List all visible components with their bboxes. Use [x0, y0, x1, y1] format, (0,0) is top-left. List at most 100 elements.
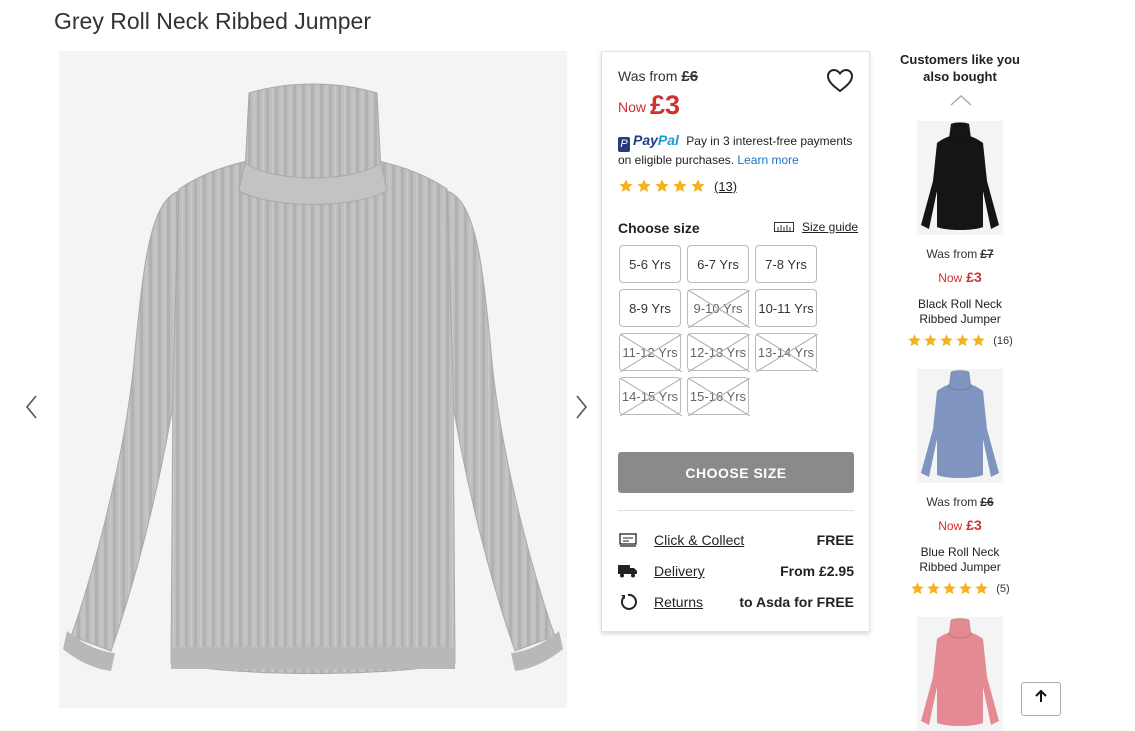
was-price: Was from £6 — [618, 68, 698, 85]
returns-row: Returns to Asda for FREE — [618, 591, 854, 613]
paypal-brand: PayPal — [633, 132, 679, 149]
star-icon — [956, 334, 969, 347]
size-option-6-7-yrs[interactable]: 6-7 Yrs — [687, 245, 749, 283]
recommendation-review-count: (5) — [996, 582, 1010, 595]
unavailable-cross-icon — [756, 334, 818, 372]
size-option-label: 8-9 Yrs — [629, 300, 671, 316]
product-title: Grey Roll Neck Ribbed Jumper — [54, 8, 372, 34]
rec-was-label: Was from — [926, 495, 978, 509]
click-collect-icon — [618, 531, 638, 549]
paypal-pal: Pal — [657, 132, 679, 148]
paypal-pay: Pay — [633, 132, 658, 148]
star-icon — [673, 179, 687, 192]
rec-was-value: £7 — [980, 247, 994, 261]
rating-stars — [618, 178, 708, 194]
now-label: Now — [618, 99, 647, 115]
recommendation-card: Was from £7 Now £3 Black Roll Neck Ribbed Ju… — [900, 121, 1020, 348]
was-price-value: £6 — [681, 68, 699, 85]
recommendation-was-price: Was from £6 — [900, 495, 1020, 509]
recommendation-image[interactable] — [917, 617, 1003, 731]
star-icon — [637, 179, 651, 192]
unavailable-cross-icon — [620, 378, 682, 416]
size-option-7-8-yrs[interactable]: 7-8 Yrs — [755, 245, 817, 283]
wishlist-heart-icon[interactable] — [826, 68, 854, 94]
size-option-15-16-yrs[interactable]: 15-16 Yrs — [687, 377, 750, 416]
size-option-label: 5-6 Yrs — [629, 256, 671, 272]
size-guide-link[interactable]: Size guide — [774, 220, 858, 234]
review-count-link[interactable]: (13) — [714, 179, 737, 194]
rec-now-label: Now — [938, 271, 963, 285]
star-icon — [943, 582, 957, 595]
recommendation-rating: (5) — [900, 581, 1020, 596]
delivery-value: From £2.95 — [780, 563, 854, 579]
recommendation-image[interactable] — [917, 121, 1003, 235]
paypal-message: P PayPal Pay in 3 interest-free payments … — [618, 132, 863, 169]
recommendations-title: Customers like you also bought — [900, 52, 1020, 84]
gallery-previous-arrow-icon[interactable] — [22, 393, 42, 421]
size-option-9-10-yrs[interactable]: 9-10 Yrs — [687, 289, 750, 328]
returns-value: to Asda for FREE — [739, 594, 854, 610]
unavailable-cross-icon — [688, 334, 750, 372]
star-icon — [927, 582, 941, 595]
was-label: Was from — [618, 68, 678, 84]
size-option-12-13-yrs[interactable]: 12-13 Yrs — [687, 333, 750, 372]
star-icon — [908, 334, 921, 347]
click-collect-row: Click & Collect FREE — [618, 529, 854, 551]
click-collect-link[interactable]: Click & Collect — [654, 532, 817, 548]
now-price: Now £3 — [618, 90, 680, 121]
ruler-icon — [774, 222, 794, 232]
gallery-next-arrow-icon[interactable] — [571, 393, 591, 421]
back-to-top-button[interactable] — [1021, 682, 1061, 716]
returns-icon — [618, 593, 638, 611]
unavailable-cross-icon — [620, 334, 682, 372]
star-icon — [619, 179, 633, 192]
rec-now-value: £3 — [966, 269, 982, 285]
unavailable-cross-icon — [688, 290, 750, 328]
divider — [618, 510, 854, 511]
size-option-label: 7-8 Yrs — [765, 256, 807, 272]
delivery-row: Delivery From £2.95 — [618, 560, 854, 582]
size-option-label: 10-11 Yrs — [758, 300, 814, 316]
size-option-label: 6-7 Yrs — [697, 256, 739, 272]
choose-size-button[interactable]: CHOOSE SIZE — [618, 452, 854, 493]
paypal-learn-more-link[interactable]: Learn more — [737, 153, 798, 167]
star-icon — [655, 179, 669, 192]
size-option-8-9-yrs[interactable]: 8-9 Yrs — [619, 289, 681, 327]
rec-was-label: Was from — [926, 247, 978, 261]
star-icon — [975, 582, 989, 595]
recommendation-now-price: Now £3 — [900, 269, 1020, 285]
arrow-up-icon — [1035, 689, 1047, 702]
size-option-10-11-yrs[interactable]: 10-11 Yrs — [755, 289, 817, 327]
recommendations-panel: Customers like you also bought Was from £… — [900, 51, 1020, 731]
click-collect-value: FREE — [816, 532, 854, 548]
star-icon — [924, 334, 937, 347]
now-price-value: £3 — [650, 90, 681, 120]
grey-jumper-image — [63, 83, 563, 674]
recommendation-name[interactable]: Black Roll Neck Ribbed Jumper — [900, 297, 1020, 327]
star-icon — [959, 582, 973, 595]
delivery-link[interactable]: Delivery — [654, 563, 780, 579]
size-option-5-6-yrs[interactable]: 5-6 Yrs — [619, 245, 681, 283]
size-option-11-12-yrs[interactable]: 11-12 Yrs — [619, 333, 682, 372]
rec-now-value: £3 — [966, 517, 982, 533]
recommendation-was-price: Was from £7 — [900, 247, 1020, 261]
rec-was-value: £6 — [980, 495, 994, 509]
product-image[interactable] — [59, 51, 567, 708]
returns-link[interactable]: Returns — [654, 594, 739, 610]
recommendations-up-arrow-icon[interactable] — [950, 93, 972, 106]
star-icon — [940, 334, 953, 347]
recommendation-now-price: Now £3 — [900, 517, 1020, 533]
recommendation-name[interactable]: Blue Roll Neck Ribbed Jumper — [900, 545, 1020, 575]
size-option-13-14-yrs[interactable]: 13-14 Yrs — [755, 333, 818, 372]
rec-now-label: Now — [938, 519, 963, 533]
recommendation-card: Was from £6 Now £3 Blue Roll Neck Ribbed Jum… — [900, 369, 1020, 596]
paypal-logo-icon: P — [618, 137, 630, 152]
size-option-14-15-yrs[interactable]: 14-15 Yrs — [619, 377, 682, 416]
product-rating[interactable]: (13) — [618, 178, 737, 194]
recommendation-review-count: (16) — [993, 334, 1013, 347]
star-icon — [972, 334, 985, 347]
recommendation-image[interactable] — [917, 369, 1003, 483]
delivery-truck-icon — [618, 562, 638, 580]
size-options: 5-6 Yrs 6-7 Yrs 7-8 Yrs 8-9 Yrs 9-10 Yrs 10-1… — [619, 245, 839, 416]
recommendation-rating: (16) — [900, 333, 1020, 348]
